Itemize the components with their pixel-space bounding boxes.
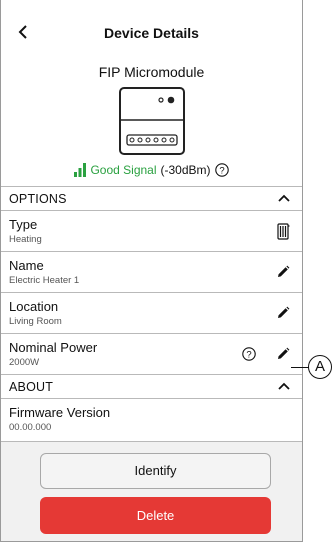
signal-quality-label: Good Signal	[90, 163, 157, 177]
identify-button[interactable]: Identify	[40, 453, 271, 489]
edit-pencil-icon[interactable]	[276, 306, 290, 320]
options-section-header[interactable]: OPTIONS	[1, 186, 302, 210]
micromodule-illustration	[119, 87, 185, 155]
signal-status: Good Signal (-30dBm) ?	[1, 163, 302, 177]
signal-bars-icon	[74, 163, 87, 177]
about-section-header[interactable]: ABOUT	[1, 374, 302, 398]
svg-text:?: ?	[246, 350, 251, 361]
delete-button[interactable]: Delete	[40, 497, 271, 534]
option-row-type[interactable]: Type Heating	[1, 210, 302, 251]
option-row-nominal-power[interactable]: Nominal Power 2000W ?	[1, 333, 302, 374]
option-title: Name	[9, 258, 44, 273]
option-title: Nominal Power	[9, 340, 98, 355]
chevron-up-icon	[278, 194, 290, 202]
option-title: Type	[9, 217, 38, 232]
edit-pencil-icon[interactable]	[276, 347, 290, 361]
options-section-label: OPTIONS	[9, 192, 67, 206]
firmware-title: Firmware Version	[9, 405, 111, 420]
help-icon[interactable]: ?	[242, 347, 256, 361]
option-title: Location	[9, 299, 59, 314]
svg-text:?: ?	[219, 166, 224, 177]
about-row-firmware: Firmware Version 00.00.000	[1, 398, 302, 442]
callout-marker: A	[308, 355, 332, 379]
chevron-up-icon	[278, 382, 290, 390]
about-section-label: ABOUT	[9, 380, 54, 394]
option-value: Electric Heater 1	[9, 275, 80, 286]
callout-leader-line	[291, 367, 309, 368]
option-value: 2000W	[9, 357, 40, 368]
page-title: Device Details	[104, 25, 199, 41]
option-row-name[interactable]: Name Electric Heater 1	[1, 251, 302, 292]
help-icon[interactable]: ?	[214, 163, 229, 177]
device-name: FIP Micromodule	[98, 64, 205, 80]
heater-icon	[277, 223, 290, 240]
option-row-location[interactable]: Location Living Room	[1, 292, 302, 333]
signal-strength-value: (-30dBm)	[160, 163, 211, 177]
option-value: Living Room	[9, 316, 62, 327]
option-value: Heating	[9, 234, 42, 245]
firmware-value: 00.00.000	[9, 422, 52, 433]
edit-pencil-icon[interactable]	[276, 265, 290, 279]
